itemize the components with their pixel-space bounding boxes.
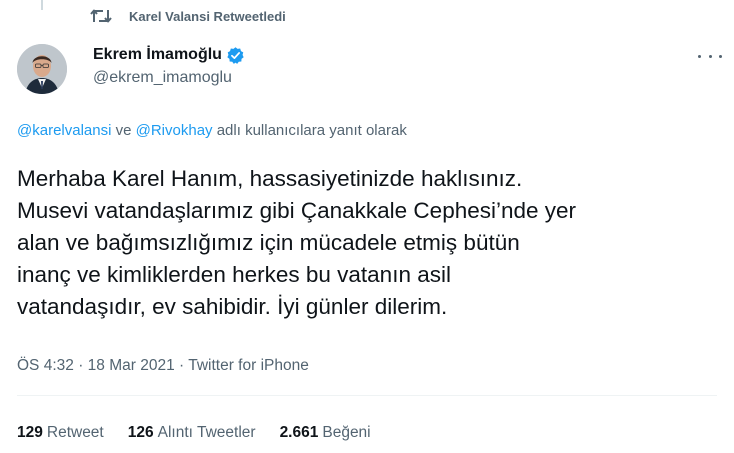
likes-count: 2.661 bbox=[279, 424, 319, 441]
verified-badge-icon bbox=[226, 46, 245, 65]
likes-label: Beğeni bbox=[322, 424, 371, 441]
divider bbox=[17, 395, 717, 396]
retweet-context-text[interactable]: Karel Valansi Retweetledi bbox=[129, 9, 286, 24]
tweet-date[interactable]: 18 Mar 2021 bbox=[88, 357, 175, 374]
quote-tweets-stat[interactable]: 126 Alıntı Tweetler bbox=[128, 424, 256, 442]
likes-stat[interactable]: 2.661 Beğeni bbox=[280, 424, 371, 442]
reply-context: @karelvalansi ve @Rivokhay adlı kullanıc… bbox=[17, 122, 407, 139]
quote-tweets-count: 126 bbox=[127, 424, 154, 441]
retweets-count: 129 bbox=[17, 424, 43, 441]
tweet-text-line: Musevi vatandaşlarımız gibi Çanakkale Ce… bbox=[17, 198, 577, 223]
retweet-context: Karel Valansi Retweetledi bbox=[90, 6, 286, 26]
retweet-icon bbox=[90, 7, 112, 25]
meta-separator: · bbox=[78, 357, 84, 374]
tweet-text-line: Merhaba Karel Hanım, hassasiyetinizde ha… bbox=[17, 166, 523, 191]
meta-separator: · bbox=[179, 357, 185, 374]
more-dot-icon bbox=[719, 54, 722, 58]
tweet-time[interactable]: ÖS 4:32 bbox=[17, 357, 74, 374]
author-handle[interactable]: @ekrem_imamoglu bbox=[93, 69, 245, 87]
more-dot-icon bbox=[698, 54, 701, 58]
retweets-label: Retweet bbox=[46, 424, 104, 441]
reply-mention-karelvalansi[interactable]: @karelvalansi bbox=[17, 122, 111, 139]
reply-connector: ve bbox=[115, 122, 132, 139]
author-display-name[interactable]: Ekrem İmamoğlu bbox=[93, 46, 222, 64]
reply-suffix: adlı kullanıcılara yanıt olarak bbox=[216, 122, 407, 139]
engagement-stats: 129 Retweet 126 Alıntı Tweetler 2.661 Beğen… bbox=[17, 424, 395, 442]
quote-tweets-label: Alıntı Tweetler bbox=[157, 424, 256, 441]
tweet-text-line: vatandaşıdır, ev sahibidir. İyi günler d… bbox=[17, 294, 448, 319]
author-block: Ekrem İmamoğlu @ekrem_imamoglu bbox=[93, 44, 245, 87]
retweets-stat[interactable]: 129 Retweet bbox=[17, 424, 104, 442]
more-dot-icon bbox=[708, 54, 712, 58]
more-options-button[interactable] bbox=[698, 46, 722, 66]
thread-connector-line bbox=[41, 0, 43, 10]
avatar-image bbox=[17, 44, 67, 94]
tweet-metadata: ÖS 4:32 · 18 Mar 2021 · Twitter for iPho… bbox=[17, 357, 309, 375]
tweet-text-line: alan ve bağımsızlığımız için mücadele et… bbox=[17, 230, 520, 255]
tweet-text-line: inanç ve kimliklerden herkes bu vatanın … bbox=[17, 262, 451, 287]
tweet-source[interactable]: Twitter for iPhone bbox=[188, 357, 309, 374]
reply-mention-rivokhay[interactable]: @Rivokhay bbox=[136, 122, 213, 139]
tweet-text: Merhaba Karel Hanım, hassasiyetinizde ha… bbox=[17, 163, 717, 323]
avatar[interactable] bbox=[17, 44, 67, 94]
name-row: Ekrem İmamoğlu bbox=[93, 44, 245, 66]
